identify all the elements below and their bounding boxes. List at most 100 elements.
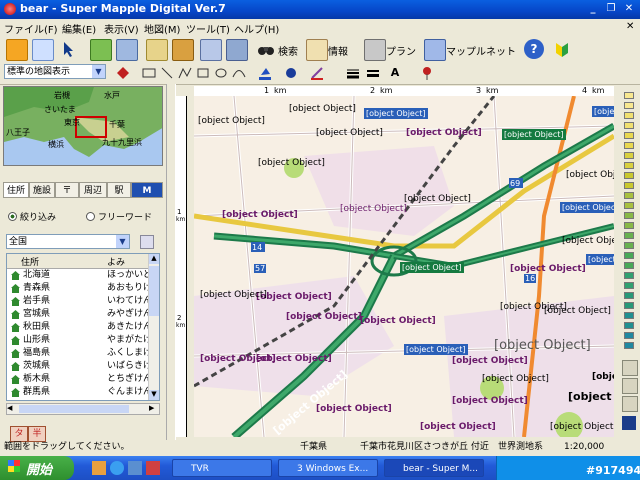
chevron-down-icon[interactable]: ▼: [92, 65, 105, 78]
pointer-icon[interactable]: [58, 39, 78, 59]
tab-mapple[interactable]: M: [131, 182, 163, 198]
mapplenet-button-label[interactable]: マップルネット: [446, 43, 516, 58]
line-width-icon[interactable]: [366, 66, 380, 80]
list-scrollbar[interactable]: ▲ ▼: [148, 254, 159, 400]
text-tool-icon[interactable]: A: [388, 66, 402, 80]
zoom-step[interactable]: [624, 102, 634, 109]
layer-toggle-icon[interactable]: [622, 416, 636, 430]
polyline-tool-icon[interactable]: [178, 66, 192, 80]
quicklaunch-icon[interactable]: [92, 461, 106, 475]
freeword-radio[interactable]: [86, 212, 95, 221]
scroll-up-icon[interactable]: ▲: [149, 254, 159, 264]
image-tool-icon[interactable]: [142, 66, 156, 80]
line-tool-icon[interactable]: [160, 66, 174, 80]
zoom-step[interactable]: [624, 162, 634, 169]
start-button[interactable]: 開始: [0, 456, 74, 480]
address-list[interactable]: 住所 よみ 北海道 ほっかいど 青森県 あおもりけ 岩手県 いわてけん 宮城県 みやぎけん 秋田…: [6, 253, 160, 401]
app-icon[interactable]: [4, 3, 16, 15]
zoom-bar[interactable]: [618, 86, 640, 440]
print-icon[interactable]: [146, 39, 168, 61]
map-mode-select[interactable]: 標準の地図表示 ▼: [4, 64, 106, 79]
menu-view[interactable]: 表示(V): [104, 21, 139, 36]
zoom-step[interactable]: [624, 342, 634, 349]
list-item[interactable]: 秋田県 あきたけん: [7, 321, 152, 334]
tab-address[interactable]: 住所: [3, 182, 29, 198]
pen-color-icon[interactable]: [310, 66, 324, 80]
binoculars-icon[interactable]: [256, 39, 276, 59]
info-button-label[interactable]: 情報: [328, 43, 348, 58]
close-button[interactable]: ✕: [622, 2, 636, 16]
measure-icon[interactable]: [116, 39, 138, 61]
zoom-step[interactable]: [624, 302, 634, 309]
task-explorer[interactable]: 3 Windows Ex...: [278, 459, 378, 477]
zoom-step[interactable]: [624, 242, 634, 249]
copy-icon[interactable]: [140, 235, 154, 249]
list-item[interactable]: 茨城県 いばらきけ: [7, 360, 152, 373]
zoom-step[interactable]: [624, 262, 634, 269]
fill-color-icon[interactable]: [258, 66, 272, 80]
column-address[interactable]: 住所: [21, 255, 39, 268]
list-item[interactable]: 福島県 ふくしまけ: [7, 347, 152, 360]
info-icon[interactable]: [306, 39, 328, 61]
main-map[interactable]: [object Object] [object Object] [object …: [194, 96, 614, 437]
scroll-down-icon[interactable]: ▼: [149, 390, 159, 400]
zoom-step[interactable]: [624, 232, 634, 239]
filter-radio[interactable]: [8, 212, 17, 221]
list-item[interactable]: 北海道 ほっかいど: [7, 269, 152, 282]
ellipse-tool-icon[interactable]: [214, 66, 228, 80]
mapplenet-icon[interactable]: [424, 39, 446, 61]
zoom-step[interactable]: [624, 112, 634, 119]
list-hscrollbar[interactable]: ◀ ▶: [6, 403, 160, 415]
zoom-step[interactable]: [624, 122, 634, 129]
zoom-step[interactable]: [624, 172, 634, 179]
zoom-step[interactable]: [624, 282, 634, 289]
beginner-mark-icon[interactable]: [552, 39, 572, 59]
zoom-step[interactable]: [624, 182, 634, 189]
scroll-left-icon[interactable]: ◀: [7, 404, 17, 414]
zoom-step[interactable]: [624, 332, 634, 339]
menu-edit[interactable]: 編集(E): [62, 21, 96, 36]
tab-station[interactable]: 駅: [107, 182, 131, 198]
list-item[interactable]: 宮城県 みやぎけん: [7, 308, 152, 321]
hscroll-thumb[interactable]: [19, 405, 129, 413]
menu-help[interactable]: ヘルプ(H): [234, 21, 279, 36]
help-icon[interactable]: ?: [524, 39, 544, 59]
curve-tool-icon[interactable]: [232, 66, 246, 80]
search-button-label[interactable]: 検索: [278, 43, 298, 58]
stamp-icon[interactable]: [284, 66, 298, 80]
list-item[interactable]: 青森県 あおもりけ: [7, 282, 152, 295]
zoom-step[interactable]: [624, 92, 634, 99]
menu-tools[interactable]: ツール(T): [186, 21, 230, 36]
car-icon[interactable]: [172, 39, 194, 61]
task-tvr[interactable]: TVR: [172, 459, 272, 477]
desktop-icon[interactable]: [128, 461, 142, 475]
scroll-thumb[interactable]: [149, 266, 159, 316]
panel-splitter[interactable]: [166, 84, 176, 440]
rectangle-tool-icon[interactable]: [196, 66, 210, 80]
tab-nearby[interactable]: 周辺: [79, 182, 107, 198]
grid-view-icon[interactable]: [622, 378, 638, 394]
zoom-step[interactable]: [624, 312, 634, 319]
hand-tool-icon[interactable]: [32, 39, 54, 61]
zoom-step[interactable]: [624, 142, 634, 149]
media-icon[interactable]: [146, 461, 160, 475]
list-item[interactable]: 岩手県 いわてけん: [7, 295, 152, 308]
home-icon[interactable]: [6, 39, 28, 61]
zoom-step[interactable]: [624, 192, 634, 199]
plan-icon[interactable]: [364, 39, 386, 61]
zoom-step[interactable]: [624, 202, 634, 209]
prefecture-select[interactable]: 全国 ▼: [6, 234, 130, 249]
list-item[interactable]: 山形県 やまがたけ: [7, 334, 152, 347]
layer-icon[interactable]: [200, 39, 222, 61]
menu-map[interactable]: 地図(M): [144, 21, 180, 36]
satellite-icon[interactable]: [226, 39, 248, 61]
chevron-down-icon[interactable]: ▼: [116, 235, 129, 248]
menubar-close-icon[interactable]: ✕: [626, 21, 634, 32]
tab-facility[interactable]: 施設: [29, 182, 55, 198]
line-style-icon[interactable]: [346, 66, 360, 80]
zoom-step[interactable]: [624, 132, 634, 139]
zoom-step[interactable]: [624, 252, 634, 259]
zoom-step[interactable]: [624, 222, 634, 229]
scroll-right-icon[interactable]: ▶: [149, 404, 159, 414]
maximize-button[interactable]: ❐: [604, 2, 618, 16]
